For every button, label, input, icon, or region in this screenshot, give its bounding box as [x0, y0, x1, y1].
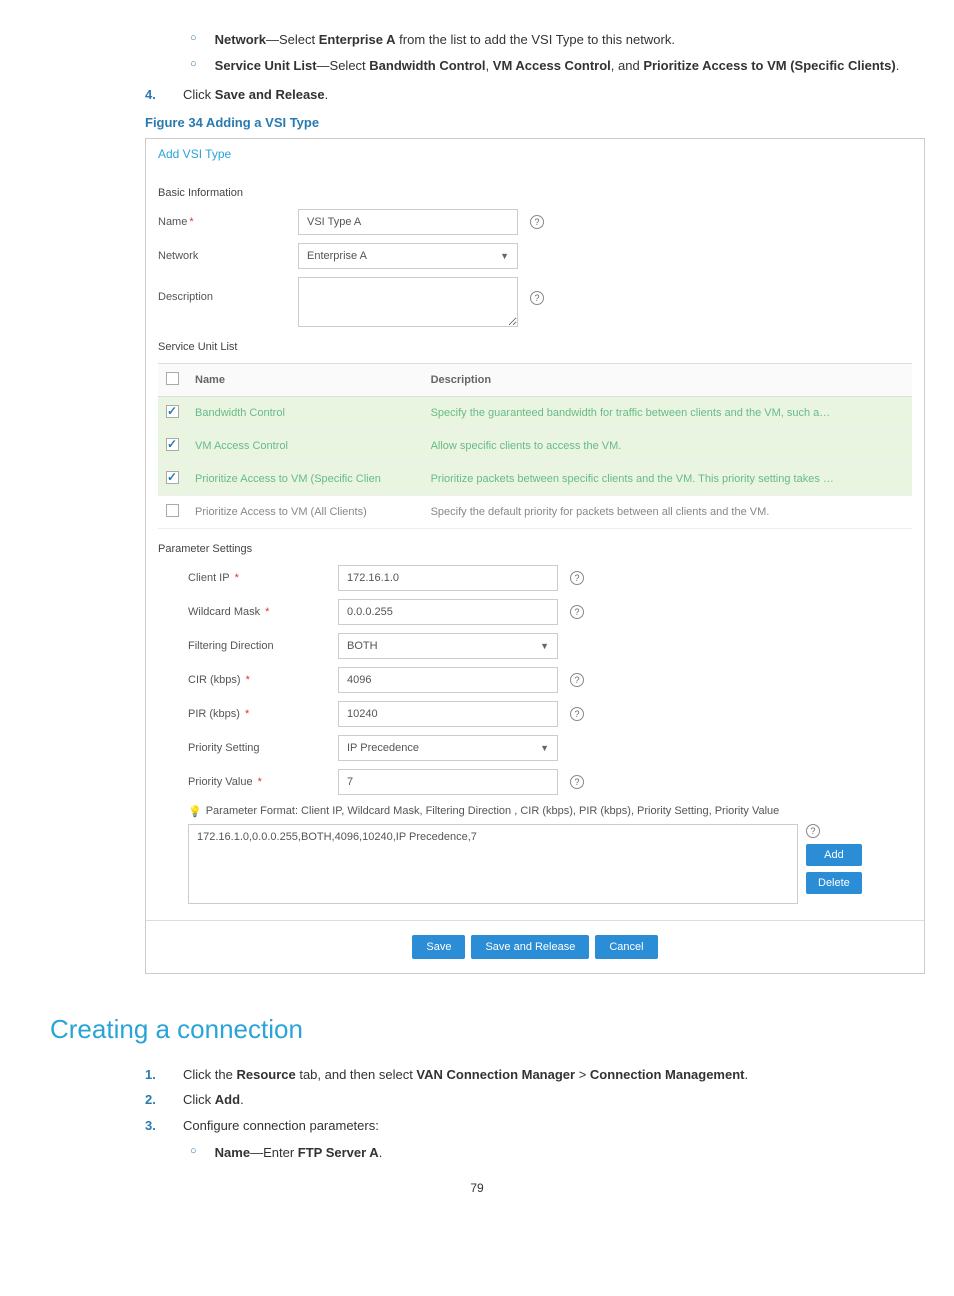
step-number: 4.: [145, 85, 183, 105]
col-desc: Description: [423, 363, 912, 396]
client-ip-label: Client IP *: [188, 572, 338, 584]
wildcard-input[interactable]: [338, 599, 558, 625]
bulb-icon: 💡: [188, 805, 202, 818]
step-text: Click Add.: [183, 1090, 244, 1110]
bullet-icon: ○: [190, 30, 197, 50]
section-heading: Creating a connection: [50, 1014, 904, 1045]
chevron-down-icon: ▼: [540, 641, 549, 651]
bullet-service-unit: ○ Service Unit List—Select Bandwidth Con…: [190, 56, 904, 76]
checkbox-all[interactable]: [166, 372, 179, 385]
svc-desc: Specify the guaranteed bandwidth for tra…: [423, 396, 912, 429]
basic-info-header: Basic Information: [158, 187, 912, 199]
priority-value-label: Priority Value *: [188, 776, 338, 788]
bullet-text: Service Unit List—Select Bandwidth Contr…: [215, 56, 900, 76]
param-settings-header: Parameter Settings: [158, 543, 912, 555]
priority-setting-dropdown[interactable]: IP Precedence ▼: [338, 735, 558, 761]
step-number: 1.: [145, 1065, 183, 1085]
checkbox[interactable]: [166, 504, 179, 517]
step-1: 1. Click the Resource tab, and then sele…: [145, 1065, 904, 1085]
delete-button[interactable]: Delete: [806, 872, 862, 894]
step-text: Configure connection parameters:: [183, 1116, 379, 1136]
dropdown-value: BOTH: [347, 640, 378, 652]
step-2: 2. Click Add.: [145, 1090, 904, 1110]
help-icon[interactable]: ?: [530, 215, 544, 229]
action-bar: Save Save and Release Cancel: [146, 920, 924, 973]
parameter-textarea[interactable]: 172.16.1.0,0.0.0.255,BOTH,4096,10240,IP …: [188, 824, 798, 904]
svc-desc: Specify the default priority for packets…: [423, 495, 912, 528]
priority-setting-label: Priority Setting: [188, 742, 338, 754]
name-label: Name*: [158, 216, 298, 228]
wildcard-label: Wildcard Mask *: [188, 606, 338, 618]
hint-text: Parameter Format: Client IP, Wildcard Ma…: [206, 805, 780, 817]
table-row[interactable]: Bandwidth Control Specify the guaranteed…: [158, 396, 912, 429]
step-text: Click the Resource tab, and then select …: [183, 1065, 748, 1085]
pir-input[interactable]: [338, 701, 558, 727]
help-icon[interactable]: ?: [530, 291, 544, 305]
figure-caption: Figure 34 Adding a VSI Type: [145, 115, 904, 130]
bullet-text: Name—Enter FTP Server A.: [215, 1143, 383, 1163]
help-icon[interactable]: ?: [570, 707, 584, 721]
svc-desc: Allow specific clients to access the VM.: [423, 429, 912, 462]
col-name: Name: [187, 363, 423, 396]
description-label: Description: [158, 277, 298, 303]
checkbox[interactable]: [166, 405, 179, 418]
svc-name: Prioritize Access to VM (Specific Clien: [187, 462, 423, 495]
help-icon[interactable]: ?: [570, 605, 584, 619]
service-unit-header: Service Unit List: [158, 341, 912, 353]
svc-name: VM Access Control: [187, 429, 423, 462]
dropdown-value: IP Precedence: [347, 742, 419, 754]
bullet-icon: ○: [190, 1143, 197, 1163]
save-release-button[interactable]: Save and Release: [471, 935, 589, 959]
filter-dir-dropdown[interactable]: BOTH ▼: [338, 633, 558, 659]
step-number: 2.: [145, 1090, 183, 1110]
chevron-down-icon: ▼: [540, 743, 549, 753]
cir-input[interactable]: [338, 667, 558, 693]
add-vsi-panel: Add VSI Type Basic Information Name* ? N…: [145, 138, 925, 974]
bullet-network: ○ Network—Select Enterprise A from the l…: [190, 30, 904, 50]
chevron-down-icon: ▼: [500, 251, 509, 261]
table-row[interactable]: Prioritize Access to VM (Specific Clien …: [158, 462, 912, 495]
priority-value-input[interactable]: [338, 769, 558, 795]
description-input[interactable]: [298, 277, 518, 327]
add-button[interactable]: Add: [806, 844, 862, 866]
step-text: Click Save and Release.: [183, 85, 328, 105]
name-input[interactable]: [298, 209, 518, 235]
bullet-icon: ○: [190, 56, 197, 76]
client-ip-input[interactable]: [338, 565, 558, 591]
step-number: 3.: [145, 1116, 183, 1136]
svc-desc: Prioritize packets between specific clie…: [423, 462, 912, 495]
checkbox[interactable]: [166, 438, 179, 451]
dropdown-value: Enterprise A: [307, 250, 367, 262]
network-dropdown[interactable]: Enterprise A ▼: [298, 243, 518, 269]
network-label: Network: [158, 250, 298, 262]
table-row[interactable]: Prioritize Access to VM (All Clients) Sp…: [158, 495, 912, 528]
pir-label: PIR (kbps) *: [188, 708, 338, 720]
parameter-line: 172.16.1.0,0.0.0.255,BOTH,4096,10240,IP …: [197, 831, 477, 843]
svc-name: Bandwidth Control: [187, 396, 423, 429]
panel-title: Add VSI Type: [146, 139, 924, 169]
bullet-text: Network—Select Enterprise A from the lis…: [215, 30, 675, 50]
svc-name: Prioritize Access to VM (All Clients): [187, 495, 423, 528]
table-row[interactable]: VM Access Control Allow specific clients…: [158, 429, 912, 462]
help-icon[interactable]: ?: [570, 571, 584, 585]
help-icon[interactable]: ?: [806, 824, 820, 838]
checkbox[interactable]: [166, 471, 179, 484]
help-icon[interactable]: ?: [570, 775, 584, 789]
param-hint: 💡 Parameter Format: Client IP, Wildcard …: [188, 805, 912, 818]
save-button[interactable]: Save: [412, 935, 465, 959]
bullet-name: ○ Name—Enter FTP Server A.: [190, 1143, 904, 1163]
page-number: 79: [50, 1181, 904, 1195]
step-3: 3. Configure connection parameters:: [145, 1116, 904, 1136]
cir-label: CIR (kbps) *: [188, 674, 338, 686]
filter-dir-label: Filtering Direction: [188, 640, 338, 652]
help-icon[interactable]: ?: [570, 673, 584, 687]
service-unit-table: Name Description Bandwidth Control Speci…: [158, 363, 912, 529]
step-4: 4. Click Save and Release.: [145, 85, 904, 105]
cancel-button[interactable]: Cancel: [595, 935, 657, 959]
